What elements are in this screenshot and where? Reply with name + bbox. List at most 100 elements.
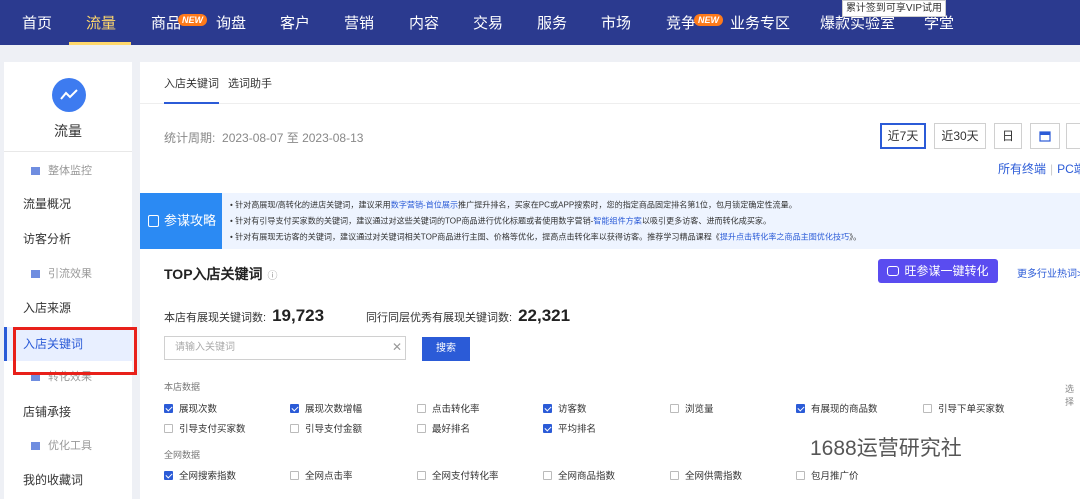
unchecked-checkbox-icon[interactable] (417, 471, 426, 480)
nav-service[interactable]: 服务 (537, 0, 567, 45)
metric-checkbox[interactable]: 平均排名 (543, 421, 596, 435)
sidebar-item-optimization-tools[interactable]: 优化工具 (4, 429, 132, 463)
new-badge: NEW (694, 14, 723, 26)
tip-link[interactable]: 提升点击转化率之商品主图优化技巧 (720, 232, 849, 242)
nav-products[interactable]: 商品 (151, 0, 181, 45)
metric-checkbox[interactable]: 最好排名 (417, 421, 470, 435)
metric-checkbox[interactable]: 展现次数 (164, 401, 217, 415)
terminal-select[interactable]: 所有终端 | PC端 (998, 160, 1080, 177)
last-30-days-button[interactable]: 近30天 (934, 123, 986, 149)
metric-checkbox[interactable]: 全网点击率 (290, 468, 353, 482)
checked-checkbox-icon[interactable] (290, 404, 299, 413)
help-icon[interactable]: ⓘ (268, 271, 278, 282)
nav-content[interactable]: 内容 (409, 0, 439, 45)
sidebar-item-overall-monitor[interactable]: 整体监控 (4, 154, 132, 188)
nav-traffic[interactable]: 流量 (86, 0, 116, 45)
metric-checkbox[interactable]: 全网供需指数 (670, 468, 742, 482)
metric-checkbox[interactable]: 有展现的商品数 (796, 401, 878, 415)
metric-checkbox[interactable]: 访客数 (543, 401, 587, 415)
day-button[interactable]: 日 (994, 123, 1022, 149)
tip-link[interactable]: 数字营销-首位展示 (391, 200, 458, 210)
metric-checkbox-label: 引导下单买家数 (938, 404, 1005, 415)
sidebar-item-entry-source[interactable]: 入店来源 (4, 291, 132, 325)
tip-text: 》。 (849, 231, 862, 242)
metric-checkbox[interactable]: 全网支付转化率 (417, 468, 499, 482)
tip-link[interactable]: 智能组件方案 (593, 216, 641, 226)
shop-data-label: 本店数据 (164, 382, 201, 392)
tip-text: • 针对有引导支付买家数的关键词，建议通过对这些关键词的TOP商品进行优化标题或… (230, 215, 594, 226)
calendar-button[interactable] (1030, 123, 1060, 149)
traffic-chart-icon (52, 78, 86, 112)
nav-customers[interactable]: 客户 (280, 0, 310, 45)
metric-checkbox[interactable]: 引导下单买家数 (923, 401, 1005, 415)
sidebar-item-traffic-overview[interactable]: 流量概况 (4, 187, 132, 221)
select-hint: 选择 (1065, 384, 1075, 407)
nav-competition[interactable]: 竞争 (666, 0, 696, 45)
stat-period: 统计周期: 2023-08-07 至 2023-08-13 (164, 129, 363, 146)
sidebar-item-visitor-analysis[interactable]: 访客分析 (4, 222, 132, 256)
more-options-button[interactable] (1066, 123, 1080, 149)
unchecked-checkbox-icon[interactable] (417, 424, 426, 433)
all-network-data-label: 全网数据 (164, 450, 201, 460)
metric-checkbox-label: 全网支付转化率 (432, 471, 499, 482)
peer-stat-value: 22,321 (518, 306, 571, 325)
metric-checkbox-label: 展现次数增幅 (305, 404, 363, 415)
terminal-all[interactable]: 所有终端 (998, 162, 1046, 176)
metric-checkbox-label: 全网供需指数 (685, 471, 743, 482)
tip-text: 推广提升排名，买家在PC或APP搜索时，您的指定商品固定排名第1位，包月锁定确定… (458, 199, 797, 210)
metric-checkbox[interactable]: 引导支付买家数 (164, 421, 246, 435)
checked-checkbox-icon[interactable] (543, 424, 552, 433)
sidebar-item-traffic-effect[interactable]: 引流效果 (4, 257, 132, 291)
clear-icon[interactable]: ✕ (392, 340, 402, 354)
metric-checkbox[interactable]: 浏览量 (670, 401, 714, 415)
last-7-days-button[interactable]: 近7天 (880, 123, 926, 149)
tip-line-3: • 针对有展现无访客的关键词，建议通过对关键词相关TOP商品进行主图、价格等优化… (230, 231, 861, 242)
tab-entry-keywords[interactable]: 入店关键词 (164, 62, 219, 104)
tab-keyword-assistant[interactable]: 选词助手 (228, 62, 272, 104)
sidebar-item-store-reception[interactable]: 店铺承接 (4, 395, 132, 429)
sidebar-item-favorite-words[interactable]: 我的收藏词 (4, 463, 132, 497)
sidebar: 流量 整体监控 流量概况 访客分析 引流效果 入店来源 入店关键词 转化效果 店… (4, 62, 132, 499)
unchecked-checkbox-icon[interactable] (543, 471, 552, 480)
nav-market[interactable]: 市场 (601, 0, 631, 45)
unchecked-checkbox-icon[interactable] (670, 404, 679, 413)
signin-tooltip: 累计签到可享VIP试用 (842, 0, 946, 17)
metric-checkbox-label: 点击转化率 (432, 404, 480, 415)
checked-checkbox-icon[interactable] (164, 404, 173, 413)
metric-checkbox[interactable]: 全网商品指数 (543, 468, 615, 482)
terminal-pc[interactable]: PC端 (1057, 162, 1080, 176)
sidebar-item-label: 引流效果 (48, 268, 92, 280)
checked-checkbox-icon[interactable] (164, 471, 173, 480)
metric-checkbox[interactable]: 点击转化率 (417, 401, 480, 415)
checked-checkbox-icon[interactable] (796, 404, 805, 413)
keyword-search-input[interactable]: 请输入关键词 (164, 336, 406, 360)
nav-marketing[interactable]: 营销 (344, 0, 374, 45)
metric-checkbox[interactable]: 引导支付金额 (290, 421, 362, 435)
unchecked-checkbox-icon[interactable] (796, 471, 805, 480)
shop-keyword-stat: 本店有展现关键词数: 19,723 (164, 306, 324, 326)
metric-checkbox[interactable]: 展现次数增幅 (290, 401, 362, 415)
metric-checkbox[interactable]: 全网搜索指数 (164, 468, 236, 482)
metric-checkbox-label: 访客数 (558, 404, 587, 415)
checked-checkbox-icon[interactable] (543, 404, 552, 413)
one-click-convert-button[interactable]: 旺参谋一键转化 (878, 259, 998, 283)
tip-text: • 针对高展现/高转化的进店关键词，建议采用 (230, 199, 391, 210)
metric-checkbox-label: 全网商品指数 (558, 471, 616, 482)
shop-stat-label: 本店有展现关键词数: (164, 312, 267, 324)
unchecked-checkbox-icon[interactable] (290, 424, 299, 433)
metric-checkbox[interactable]: 包月推广价 (796, 468, 859, 482)
nav-business-zone[interactable]: 业务专区 (730, 0, 790, 45)
unchecked-checkbox-icon[interactable] (290, 471, 299, 480)
metric-checkbox-label: 引导支付金额 (305, 424, 363, 435)
more-industry-keywords-link[interactable]: 更多行业热词> (1017, 265, 1080, 280)
unchecked-checkbox-icon[interactable] (923, 404, 932, 413)
nav-inquiry[interactable]: 询盘 (216, 0, 246, 45)
unchecked-checkbox-icon[interactable] (670, 471, 679, 480)
nav-home[interactable]: 首页 (22, 0, 52, 45)
nav-trade[interactable]: 交易 (473, 0, 503, 45)
unchecked-checkbox-icon[interactable] (164, 424, 173, 433)
tip-line-1: • 针对高展现/高转化的进店关键词，建议采用数字营销-首位展示推广提升排名，买家… (230, 199, 797, 210)
search-button[interactable]: 搜索 (422, 337, 470, 361)
strategy-icon (148, 215, 159, 227)
unchecked-checkbox-icon[interactable] (417, 404, 426, 413)
